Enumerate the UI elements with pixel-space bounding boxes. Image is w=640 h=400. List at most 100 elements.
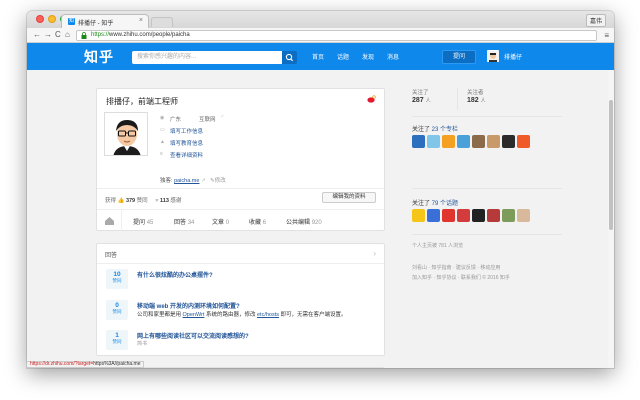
personal-domain-row: 独客: paicha.me ↗ ✎修改 <box>160 176 226 184</box>
weibo-icon[interactable] <box>367 95 376 103</box>
nav-messages[interactable]: 消息 <box>387 52 399 61</box>
answer-meta: 简书 <box>137 341 148 347</box>
followed-topics-heading[interactable]: 关注了 79 个话题 <box>412 198 458 207</box>
tab-bar: 知 排播仔 - 知乎 × 嘉伟 <box>27 11 614 28</box>
page-viewport: 知乎 搜索你感兴趣的内容... 首页 话题 发现 消息 提问 排播仔 排播仔，前… <box>27 43 614 368</box>
topic-icon[interactable] <box>487 209 500 222</box>
reload-icon[interactable]: C <box>55 30 61 39</box>
topic-icon[interactable] <box>457 209 470 222</box>
stats-label: 获得 <box>105 198 117 204</box>
browser-toolbar: ← → C ⌂ https://www.zhihu.com/people/pai… <box>27 28 614 43</box>
home-icon <box>105 217 114 225</box>
vote-count-box[interactable]: 0 赞同 <box>106 300 128 320</box>
sidebar-divider <box>412 116 562 117</box>
url-path: www.zhihu.com/people/paicha <box>109 32 190 38</box>
tab-answers[interactable]: 回答 34 <box>174 217 194 226</box>
profile-home-tab[interactable] <box>97 210 122 231</box>
profile-avatar <box>104 112 148 156</box>
topic-icon[interactable] <box>517 209 530 222</box>
new-tab-button[interactable] <box>151 17 173 27</box>
edit-profile-button[interactable]: 编辑我的资料 <box>322 192 376 203</box>
thumbs-up-icon: 👍 <box>117 198 125 204</box>
domain-edit-link[interactable]: 修改 <box>215 178 226 184</box>
zhihu-header: 知乎 搜索你感兴趣的内容... 首页 话题 发现 消息 提问 排播仔 <box>27 43 614 70</box>
profile-stats: 获得 👍 379 赞同 ♥ 113 感谢 <box>105 196 181 204</box>
domain-label: 独客: <box>160 178 173 184</box>
follow-divider <box>457 88 458 110</box>
footer-links-2[interactable]: 加入知乎 · 知乎协议 · 联系我们 © 2016 知乎 <box>412 274 510 281</box>
answers-divider <box>97 263 384 264</box>
column-icon[interactable] <box>517 135 530 148</box>
url-scheme: https:// <box>91 32 110 38</box>
tab-close-icon[interactable]: × <box>139 17 143 24</box>
add-education-info-link[interactable]: 填写教育信息 <box>170 139 203 147</box>
sidebar-divider <box>412 234 562 235</box>
column-icon[interactable] <box>427 135 440 148</box>
address-bar[interactable]: https://www.zhihu.com/people/paicha <box>76 30 597 41</box>
page-scrollbar[interactable] <box>608 70 614 368</box>
topic-icon[interactable] <box>502 209 515 222</box>
topic-icon[interactable] <box>442 209 455 222</box>
vote-count-box[interactable]: 1 赞同 <box>106 330 128 350</box>
answer-question-title[interactable]: 有什么很炫酷的办公桌摆件? <box>137 270 213 279</box>
column-icon[interactable] <box>457 135 470 148</box>
answer-question-title[interactable]: 移动端 web 开发的内测环境如何配置? <box>137 301 240 310</box>
search-icon <box>285 53 294 62</box>
nav-topics[interactable]: 话题 <box>337 52 349 61</box>
column-icon[interactable] <box>487 135 500 148</box>
column-icon[interactable] <box>472 135 485 148</box>
search-input[interactable]: 搜索你感兴趣的内容... <box>132 51 282 64</box>
tab-collections[interactable]: 收藏 6 <box>249 217 266 226</box>
footer-links-1[interactable]: 刘看山 · 知乎指南 · 建议反馈 · 移动应用 <box>412 264 500 271</box>
domain-link[interactable]: paicha.me <box>174 178 199 184</box>
answer-excerpt[interactable]: 公司和家里都是用 OpenWrt 系统的路由器，修改 etc/hosts 即可，… <box>137 310 347 318</box>
back-arrow-icon[interactable]: ← <box>33 30 41 39</box>
followed-columns-heading[interactable]: 关注了 23 个专栏 <box>412 124 458 133</box>
sidebar-divider <box>412 188 562 189</box>
thanks-label: 感谢 <box>170 198 182 204</box>
scrollbar-thumb[interactable] <box>609 100 613 230</box>
profile-location: 广东 <box>170 117 182 123</box>
nav-explore[interactable]: 发现 <box>362 52 374 61</box>
view-details-link[interactable]: 查看详细资料 <box>170 151 203 159</box>
browser-tab[interactable]: 知 排播仔 - 知乎 × <box>61 14 149 28</box>
minimize-window-button[interactable] <box>48 15 56 23</box>
chevron-right-icon[interactable]: › <box>373 249 376 258</box>
column-icon[interactable] <box>502 135 515 148</box>
vote-count-box[interactable]: 10 赞同 <box>106 269 128 289</box>
column-icon[interactable] <box>442 135 455 148</box>
tab-questions[interactable]: 提问 45 <box>133 217 153 226</box>
close-window-button[interactable] <box>36 15 44 23</box>
followers-label: 关注者 <box>467 90 484 96</box>
column-icon[interactable] <box>412 135 425 148</box>
answer-question-title[interactable]: 网上有哪些阅读社区可以交流阅读感想的? <box>137 331 249 340</box>
topic-icon[interactable] <box>427 209 440 222</box>
home-icon[interactable]: ⌂ <box>65 30 70 39</box>
header-username[interactable]: 排播仔 <box>504 52 522 61</box>
profile-divider <box>97 188 384 189</box>
browser-profile-button[interactable]: 嘉伟 <box>585 14 606 27</box>
status-bar: https://dr.zhihu.com/?target=https%3A//p… <box>27 361 145 368</box>
tab-public-edits[interactable]: 公共编辑 920 <box>286 217 322 226</box>
avatar-icon <box>487 51 499 62</box>
user-avatar[interactable] <box>487 50 499 62</box>
tab-title: 排播仔 - 知乎 <box>78 21 114 27</box>
profile-tabs: 提问 45 回答 34 文章 0 收藏 6 公共编辑 920 <box>97 209 384 231</box>
followers-count[interactable]: 182 人 <box>467 97 486 104</box>
answers-section-title[interactable]: 回答 <box>105 250 117 259</box>
search-button[interactable] <box>282 51 297 64</box>
nav-home[interactable]: 首页 <box>312 52 324 61</box>
ask-question-button[interactable]: 提问 <box>442 50 476 64</box>
thanks-count: 113 <box>160 198 169 204</box>
add-work-info-link[interactable]: 填写工作信息 <box>170 127 203 135</box>
browser-menu-icon[interactable]: ≡ <box>604 31 609 40</box>
forward-arrow-icon[interactable]: → <box>44 30 52 39</box>
topic-icon[interactable] <box>412 209 425 222</box>
topic-icon[interactable] <box>472 209 485 222</box>
profile-card: 排播仔，前端工程师 ◉ 广东 互联网 ♂ ▭ 填写工作信息 ▲ 填写教育信息 ≡… <box>96 88 385 231</box>
lock-icon <box>81 32 87 39</box>
heart-icon: ♥ <box>155 198 159 204</box>
zhihu-logo[interactable]: 知乎 <box>84 47 114 67</box>
following-count[interactable]: 287 人 <box>412 97 431 104</box>
tab-articles[interactable]: 文章 0 <box>212 217 229 226</box>
